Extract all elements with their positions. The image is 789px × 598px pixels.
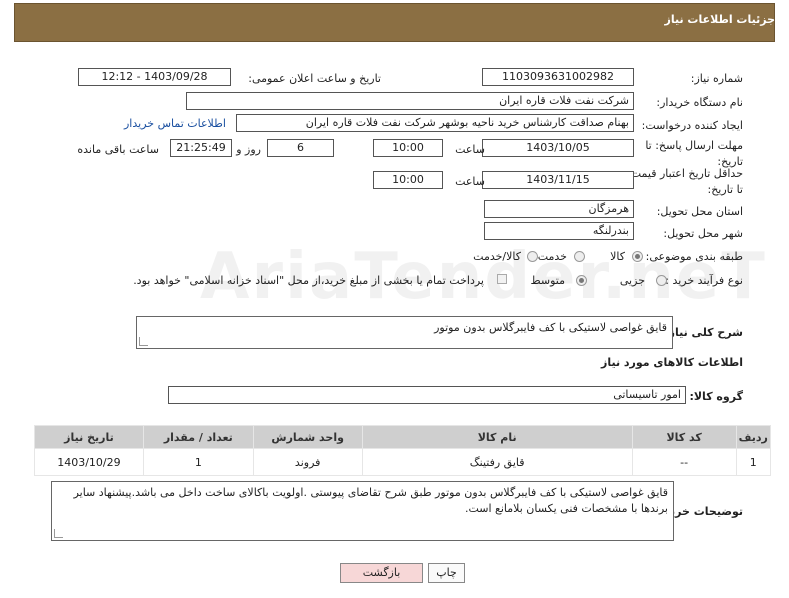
summary-text: قایق غواصی لاستیکی با کف فایبرگلاس بدون …	[434, 321, 667, 334]
reply-time-label: ساعت	[455, 143, 485, 156]
remaining-time-field: 21:25:49	[170, 139, 232, 157]
summary-textarea: قایق غواصی لاستیکی با کف فایبرگلاس بدون …	[136, 316, 673, 349]
process-radio-minor[interactable]	[656, 275, 667, 286]
cell-code: --	[631, 448, 737, 476]
col-unit: واحد شمارش	[252, 425, 363, 449]
print-button[interactable]: چاپ	[428, 563, 465, 583]
price-date-field: 1403/11/15	[482, 171, 634, 189]
category-radio-goods[interactable]	[632, 251, 643, 262]
category-option-service: خدمت	[537, 250, 567, 263]
reply-time-field: 10:00	[373, 139, 443, 157]
table-row: 1 -- قایق رفتینگ فروند 1 1403/10/29	[34, 448, 772, 476]
process-radio-medium[interactable]	[576, 275, 587, 286]
buyer-org-label: نام دستگاه خریدار:	[656, 96, 743, 109]
back-button[interactable]: بازگشت	[340, 563, 423, 583]
page-title: جزئیات اطلاعات نیاز	[664, 13, 776, 26]
treasury-checkbox[interactable]	[497, 274, 507, 284]
announce-label: تاریخ و ساعت اعلان عمومی:	[248, 72, 381, 85]
cell-date: 1403/10/29	[34, 448, 144, 476]
goods-table-header: ردیف کد کالا نام کالا واحد شمارش تعداد /…	[34, 425, 772, 449]
days-label: روز و	[236, 143, 261, 156]
buyer-org-field: شرکت نفت فلات قاره ایران	[186, 92, 634, 110]
buyer-notes-text: قایق غواصی لاستیکی با کف فایبرگلاس بدون …	[73, 486, 668, 515]
col-qty: تعداد / مقدار	[142, 425, 254, 449]
col-row: ردیف	[735, 425, 772, 449]
goods-table: ردیف کد کالا نام کالا واحد شمارش تعداد /…	[34, 425, 772, 476]
summary-label: شرح کلی نیاز:	[664, 326, 743, 339]
treasury-note: پرداخت تمام یا بخشی از مبلغ خرید،از محل …	[133, 274, 484, 287]
category-option-goods-service: کالا/خدمت	[473, 250, 521, 263]
creator-field: بهنام صداقت کارشناس خرید ناحیه بوشهر شرک…	[236, 114, 634, 132]
remaining-days-field: 6	[267, 139, 334, 157]
remaining-label: ساعت باقی مانده	[77, 143, 159, 156]
city-field: بندرلنگه	[484, 222, 634, 240]
need-number-label: شماره نیاز:	[690, 72, 743, 85]
col-date: تاریخ نیاز	[34, 425, 144, 449]
province-field: هرمزگان	[484, 200, 634, 218]
category-radio-goods-service[interactable]	[527, 251, 538, 262]
resize-handle-icon[interactable]	[54, 529, 63, 538]
need-number-field: 1103093631002982	[482, 68, 634, 86]
goods-group-field: امور تاسیساتی	[168, 386, 686, 404]
price-time-field: 10:00	[373, 171, 443, 189]
buyer-contact-link[interactable]: اطلاعات تماس خریدار	[124, 117, 226, 130]
process-label: نوع فرآیند خرید :	[665, 274, 743, 287]
cell-unit: فروند	[252, 448, 363, 476]
process-option-medium: متوسط	[530, 274, 565, 287]
province-label: استان محل تحویل:	[656, 205, 743, 218]
creator-label: ایجاد کننده درخواست:	[641, 119, 743, 132]
reply-date-field: 1403/10/05	[482, 139, 634, 157]
col-code: کد کالا	[631, 425, 737, 449]
page-header	[14, 3, 775, 42]
price-time-label: ساعت	[455, 175, 485, 188]
city-label: شهر محل تحویل:	[663, 227, 743, 240]
process-option-minor: جزیی	[619, 274, 645, 287]
goods-section-title: اطلاعات کالاهای مورد نیاز	[601, 356, 743, 369]
resize-handle-icon[interactable]	[139, 337, 148, 346]
price-deadline-label: حداقل تاریخ اعتبار قیمت: تا تاریخ:	[627, 167, 743, 196]
announce-date-field: 1403/09/28 - 12:12	[78, 68, 231, 86]
buyer-notes-textarea: قایق غواصی لاستیکی با کف فایبرگلاس بدون …	[51, 481, 674, 541]
cell-qty: 1	[142, 448, 254, 476]
goods-group-label: گروه کالا:	[689, 390, 743, 403]
col-name: نام کالا	[361, 425, 633, 449]
category-label: طبقه بندی موضوعی:	[645, 250, 743, 263]
category-radio-service[interactable]	[574, 251, 585, 262]
cell-row: 1	[735, 448, 772, 476]
cell-name: قایق رفتینگ	[361, 448, 633, 476]
category-option-goods: کالا	[610, 250, 625, 263]
